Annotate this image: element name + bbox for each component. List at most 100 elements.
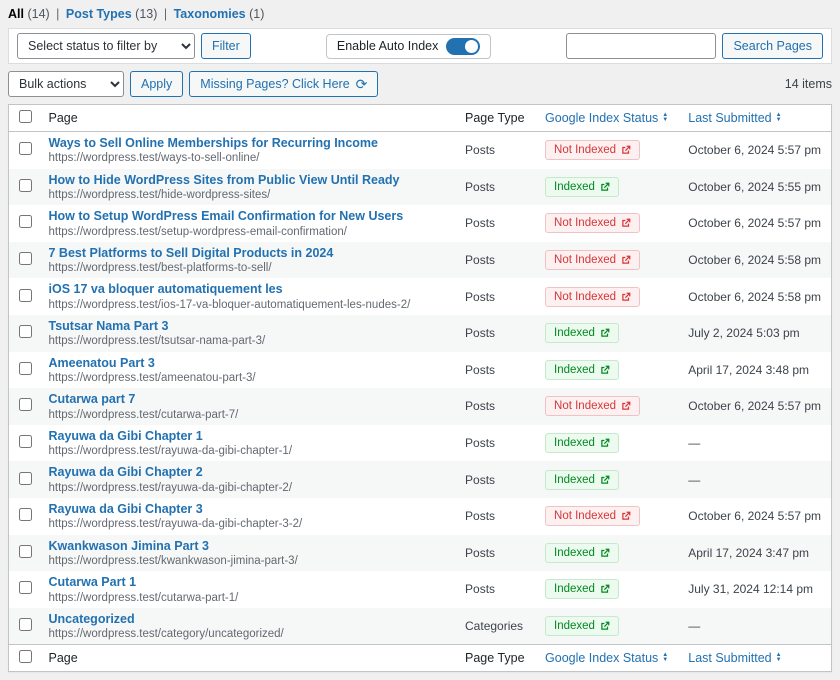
row-checkbox[interactable] [19,325,32,339]
external-link-icon[interactable] [600,328,610,338]
last-submitted: October 6, 2024 5:55 pm [688,179,821,194]
index-status-text: Indexed [554,363,595,376]
page-url: https://wordpress.test/rayuwa-da-gibi-ch… [48,481,293,494]
last-submitted: October 6, 2024 5:57 pm [688,216,821,231]
search-input[interactable] [566,33,717,59]
table-row: Uncategorized https://wordpress.test/cat… [8,607,832,645]
external-link-icon[interactable] [600,365,610,375]
page-title-link[interactable]: Kwankwason Jimina Part 3 [49,539,209,553]
missing-pages-button[interactable]: Missing Pages? Click Here ⟳ [189,71,379,97]
external-link-icon[interactable] [621,401,631,411]
row-checkbox[interactable] [19,178,32,192]
row-checkbox[interactable] [19,398,32,412]
row-checkbox[interactable] [19,435,32,449]
view-taxonomies-count: (1) [249,7,265,21]
external-link-icon[interactable] [600,182,610,192]
page-title-link[interactable]: How to Hide WordPress Sites from Public … [49,173,400,187]
external-link-icon[interactable] [621,292,631,302]
page-url: https://wordpress.test/hide-wordpress-si… [48,188,271,201]
table-row: Cutarwa part 7 https://wordpress.test/cu… [8,388,832,425]
select-all-checkbox[interactable] [19,110,32,123]
last-submitted: — [688,619,701,634]
external-link-icon[interactable] [600,621,610,631]
sort-google-index-status[interactable]: Google Index Status ▲ ▼ [545,111,668,125]
page-type: Posts [465,216,496,231]
items-count: 14 items [784,77,832,91]
page-title-link[interactable]: Ways to Sell Online Memberships for Recu… [49,136,378,150]
index-status-text: Not Indexed [554,290,617,303]
index-status-badge: Indexed [545,616,619,637]
index-status-badge: Not Indexed [545,286,641,307]
table-row: iOS 17 va bloquer automatiquement les ht… [9,278,832,315]
row-checkbox[interactable] [19,581,32,595]
sort-arrows-icon: ▲ ▼ [775,112,782,123]
external-link-icon[interactable] [600,438,610,448]
external-link-icon[interactable] [600,584,610,594]
table-row: How to Hide WordPress Sites from Public … [8,168,832,206]
external-link-icon[interactable] [621,511,631,521]
external-link-icon[interactable] [600,548,610,558]
page-url: https://wordpress.test/cutarwa-part-7/ [48,408,239,421]
row-checkbox[interactable] [19,361,32,375]
index-status-badge: Not Indexed [545,250,641,271]
select-all-checkbox-bottom[interactable] [19,650,32,664]
page-title-link[interactable]: Cutarwa part 7 [49,392,136,406]
auto-index-group: Enable Auto Index [325,33,492,59]
sort-last-submitted[interactable]: Last Submitted ▲ ▼ [688,111,781,125]
last-submitted: July 2, 2024 5:03 pm [688,326,800,341]
column-page-type: Page Type [455,104,536,132]
row-checkbox[interactable] [19,508,32,522]
sort-google-index-status-bottom[interactable]: Google Index Status ▲ ▼ [545,651,668,665]
search-pages-button[interactable]: Search Pages [722,33,823,59]
table-row: Kwankwason Jimina Part 3 https://wordpre… [8,534,832,572]
status-filter-select[interactable]: Select status to filter by [17,33,195,59]
external-link-icon[interactable] [600,475,610,485]
page-wrap: All (14) Post Types (13) Taxonomies (1) … [0,0,840,680]
view-all-count: (14) [27,7,50,21]
page-title-link[interactable]: Cutarwa Part 1 [49,575,137,589]
page-title-link[interactable]: Ameenatou Part 3 [49,356,155,370]
page-title-link[interactable]: Rayuwa da Gibi Chapter 1 [49,429,203,443]
page-url: https://wordpress.test/cutarwa-part-1/ [48,591,239,604]
page-title-link[interactable]: Rayuwa da Gibi Chapter 3 [49,502,203,516]
row-checkbox[interactable] [19,142,32,156]
apply-button[interactable]: Apply [130,71,184,97]
view-all[interactable]: All (14) [8,7,50,21]
page-title-link[interactable]: Uncategorized [49,612,135,626]
page-type: Categories [465,619,524,634]
sort-last-submitted-bottom[interactable]: Last Submitted ▲ ▼ [688,651,781,665]
page-title-link[interactable]: How to Setup WordPress Email Confirmatio… [49,209,404,223]
external-link-icon[interactable] [621,218,631,228]
page-title-link[interactable]: iOS 17 va bloquer automatiquement les [49,282,283,296]
index-status-badge: Indexed [545,542,619,563]
page-type: Posts [465,362,496,377]
row-checkbox[interactable] [19,215,32,229]
page-url: https://wordpress.test/ameenatou-part-3/ [48,371,256,384]
index-status-text: Not Indexed [554,510,617,523]
row-checkbox[interactable] [19,288,32,302]
last-submitted: — [688,472,701,487]
view-taxonomies[interactable]: Taxonomies (1) [174,7,265,21]
last-submitted: October 6, 2024 5:57 pm [688,509,821,524]
auto-index-toggle[interactable] [446,37,481,55]
filter-button[interactable]: Filter [201,33,251,59]
bulk-actions-select[interactable]: Bulk actions [8,71,124,97]
row-checkbox[interactable] [19,252,32,266]
view-post-types[interactable]: Post Types (13) [66,7,157,21]
row-checkbox[interactable] [19,544,32,558]
external-link-icon[interactable] [621,255,631,265]
page-title-link[interactable]: Tsutsar Nama Part 3 [49,319,169,333]
page-title-link[interactable]: Rayuwa da Gibi Chapter 2 [49,465,203,479]
index-status-badge: Not Indexed [545,506,641,527]
page-url: https://wordpress.test/ways-to-sell-onli… [48,152,260,165]
view-post-types-label: Post Types [65,7,132,21]
index-status-text: Indexed [554,473,595,486]
page-url: https://wordpress.test/tsutsar-nama-part… [48,335,266,348]
row-checkbox[interactable] [19,618,32,632]
index-status-text: Indexed [554,546,595,559]
last-submitted: — [688,436,701,451]
external-link-icon[interactable] [621,145,631,155]
row-checkbox[interactable] [19,471,32,485]
refresh-icon: ⟳ [355,76,368,92]
page-title-link[interactable]: 7 Best Platforms to Sell Digital Product… [49,246,334,260]
